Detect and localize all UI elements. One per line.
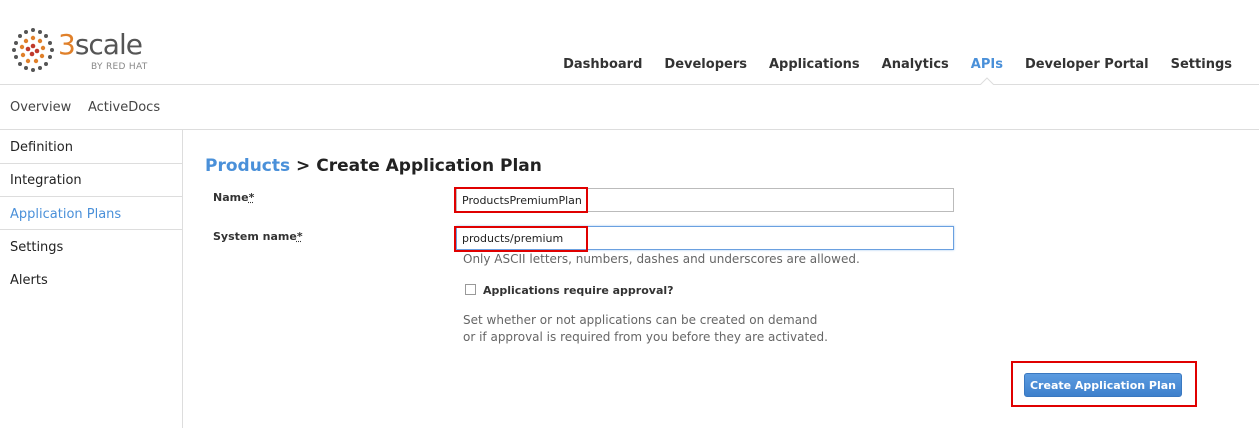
required-marker: * [296, 230, 303, 243]
required-marker: * [248, 191, 255, 204]
logo-wordmark: 3scale [58, 28, 143, 61]
sidebar-item-alerts[interactable]: Alerts [0, 273, 182, 288]
approval-checkbox[interactable] [465, 284, 476, 295]
active-nav-caret-icon [980, 77, 994, 85]
subnav-activedocs[interactable]: ActiveDocs [88, 100, 160, 115]
logo-dots-icon [12, 28, 54, 72]
breadcrumb-separator: > [290, 156, 317, 176]
nav-dashboard[interactable]: Dashboard [552, 57, 653, 72]
sidebar-divider [0, 163, 182, 164]
approval-hint-line-2: or if approval is required from you befo… [463, 330, 828, 344]
nav-analytics[interactable]: Analytics [871, 57, 960, 72]
sidebar-item-settings[interactable]: Settings [0, 240, 182, 255]
system-name-input[interactable] [456, 226, 954, 250]
sub-nav: Overview ActiveDocs [0, 85, 1259, 130]
sidebar-item-definition[interactable]: Definition [0, 140, 182, 155]
nav-settings[interactable]: Settings [1160, 57, 1243, 72]
sidebar-item-application-plans[interactable]: Application Plans [0, 207, 182, 222]
nav-developers[interactable]: Developers [653, 57, 758, 72]
page-title: Products > Create Application Plan [205, 156, 542, 176]
system-name-label: System name* [213, 230, 303, 243]
system-name-hint: Only ASCII letters, numbers, dashes and … [463, 252, 860, 266]
create-application-plan-button[interactable]: Create Application Plan [1024, 373, 1182, 397]
3scale-logo[interactable]: 3scale BY RED HAT [9, 26, 169, 74]
app-header: 3scale BY RED HAT Dashboard Developers A… [0, 0, 1259, 85]
sidebar: Definition Integration Application Plans… [0, 130, 183, 428]
nav-applications[interactable]: Applications [758, 57, 871, 72]
page-title-text: Create Application Plan [316, 156, 542, 176]
name-input[interactable] [456, 188, 954, 212]
subnav-overview[interactable]: Overview [10, 100, 71, 115]
nav-apis[interactable]: APIs [960, 57, 1014, 72]
breadcrumb-products[interactable]: Products [205, 156, 290, 176]
top-nav: Dashboard Developers Applications Analyt… [552, 57, 1243, 72]
name-label: Name* [213, 191, 255, 204]
nav-developer-portal[interactable]: Developer Portal [1014, 57, 1160, 72]
sidebar-divider [0, 196, 182, 197]
sidebar-divider [0, 229, 182, 230]
approval-hint-line-1: Set whether or not applications can be c… [463, 313, 818, 327]
sidebar-item-integration[interactable]: Integration [0, 173, 182, 188]
approval-label[interactable]: Applications require approval? [483, 284, 674, 297]
logo-subtitle: BY RED HAT [91, 62, 148, 72]
